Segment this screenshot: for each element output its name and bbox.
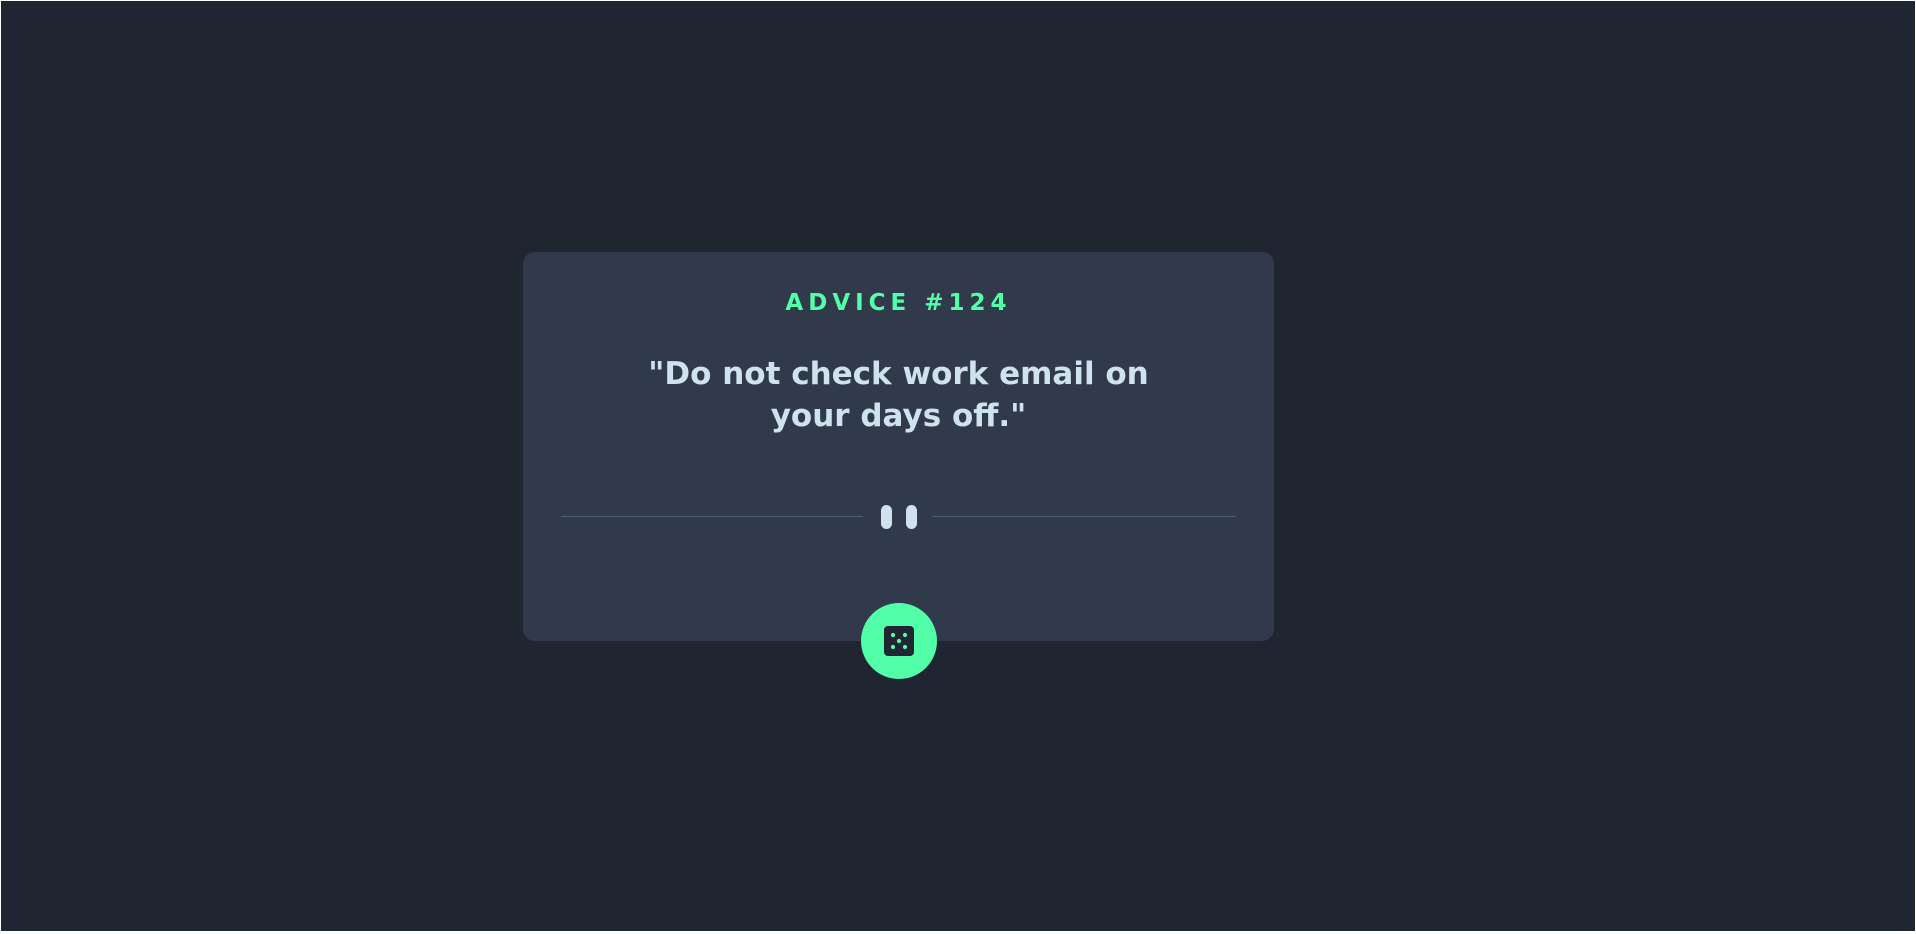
dice-icon: [884, 626, 914, 656]
pause-icon: [881, 505, 917, 529]
pause-bar-right: [906, 505, 917, 529]
advice-quote: "Do not check work email on your days of…: [648, 356, 1149, 434]
divider-line-right: [932, 516, 1236, 517]
advice-card: ADVICE #124 "Do not check work email on …: [523, 252, 1274, 641]
page-background: ADVICE #124 "Do not check work email on …: [1, 1, 1915, 931]
advice-number: ADVICE #124: [785, 290, 1012, 316]
divider-line-left: [561, 516, 863, 517]
generate-advice-button[interactable]: [861, 603, 937, 679]
pause-bar-left: [881, 505, 892, 529]
